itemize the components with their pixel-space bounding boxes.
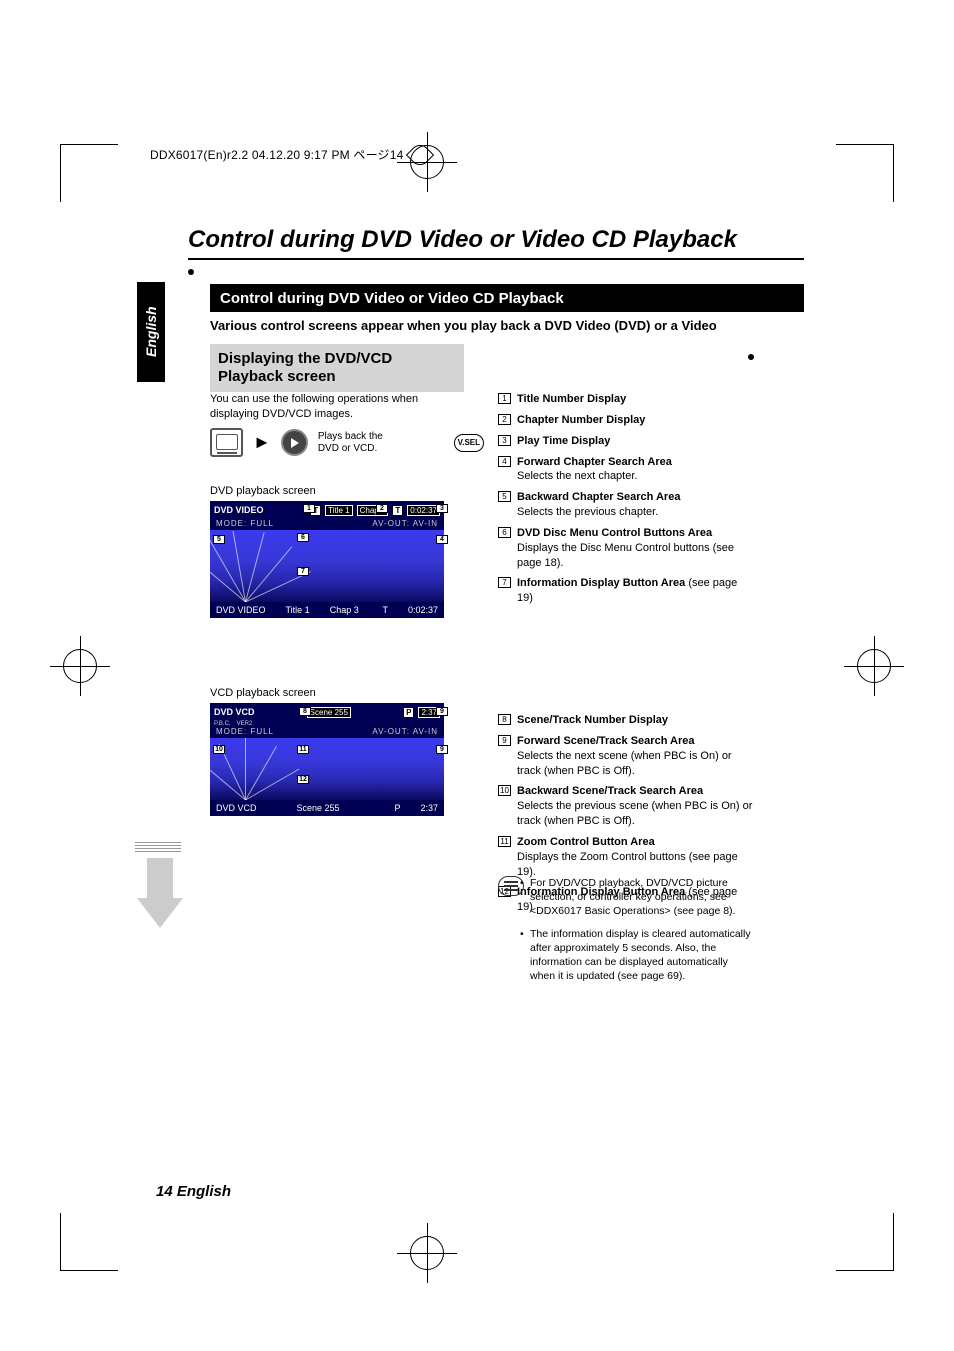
legend-num: 9 — [498, 735, 511, 746]
video-area — [210, 530, 444, 602]
callout-8: 8 — [299, 707, 311, 716]
legend-title: Backward Scene/Track Search Area — [517, 785, 703, 797]
legend-desc: Selects the previous chapter. — [517, 506, 658, 518]
bullet-dot — [748, 354, 754, 360]
intro-text: You can use the following operations whe… — [210, 392, 470, 422]
registration-mark-right — [844, 636, 904, 696]
legend-num: 4 — [498, 456, 511, 467]
vcd-playback-screen: DVD VCD Scene 255 P 2:37 P.B.C. VER2 MOD… — [210, 703, 444, 816]
mode-label: MODE: FULL — [216, 727, 274, 738]
legend-num: 8 — [498, 714, 511, 725]
legend-num: 7 — [498, 577, 511, 588]
subsection-heading: Displaying the DVD/VCD Playback screen — [210, 344, 464, 392]
legend-title: Zoom Control Button Area — [517, 836, 655, 848]
scene-value: Scene 255 — [307, 707, 351, 718]
hatch-lines — [135, 842, 181, 852]
legend-num: 5 — [498, 491, 511, 502]
legend-desc: Selects the next chapter. — [517, 470, 637, 482]
video-area — [210, 738, 444, 800]
notes-block: For DVD/VCD playback, DVD/VCD picture se… — [498, 876, 754, 991]
language-tab: English — [137, 282, 165, 382]
note-item: For DVD/VCD playback, DVD/VCD picture se… — [530, 876, 754, 919]
legend-title: Scene/Track Number Display — [517, 714, 668, 726]
callout-9b: 9 — [436, 745, 448, 754]
callout-5: 5 — [213, 535, 225, 544]
callout-4: 4 — [436, 535, 448, 544]
page-flip-icon — [410, 145, 428, 163]
monitor-icon — [210, 428, 243, 457]
legend-desc: Selects the previous scene (when PBC is … — [517, 800, 752, 827]
source-label: DVD VCD — [216, 803, 257, 813]
registration-mark-left — [50, 636, 110, 696]
note-item: The information display is cleared autom… — [530, 927, 754, 984]
down-arrow-icon — [137, 858, 183, 946]
legend-num: 11 — [498, 836, 511, 847]
legend-title: Backward Chapter Search Area — [517, 491, 680, 503]
time-p-tag: P — [403, 707, 414, 718]
bottom-scene: Scene 255 — [297, 803, 340, 813]
mode-label: MODE: FULL — [216, 519, 274, 530]
bottom-time: 2:37 — [420, 803, 438, 813]
crop-mark-tl — [60, 144, 118, 202]
callout-11: 11 — [297, 745, 309, 754]
title-rule — [188, 258, 804, 260]
legend-title: Title Number Display — [517, 393, 626, 405]
legend-num: 3 — [498, 435, 511, 446]
legend-title: Information Display Button Area — [517, 577, 685, 589]
legend-num: 2 — [498, 414, 511, 425]
arrow-icon: ► — [253, 432, 271, 453]
avout-label: AV-OUT: AV-IN — [372, 519, 438, 530]
legend-title: Play Time Display — [517, 435, 610, 447]
bullet-dot — [188, 269, 194, 275]
time-tag: T — [392, 505, 403, 516]
play-text: Plays back the DVD or VCD. — [318, 431, 388, 455]
section-subtitle: Various control screens appear when you … — [210, 318, 804, 333]
source-label: DVD VIDEO — [216, 605, 266, 615]
bottom-time: 0:02:37 — [408, 605, 438, 615]
vcd-screen-caption: VCD playback screen — [210, 687, 316, 699]
legend-desc: Selects the next scene (when PBC is On) … — [517, 750, 732, 777]
callout-9: 9 — [436, 707, 448, 716]
page-footer: 14 English — [156, 1183, 231, 1200]
callout-2: 2 — [376, 504, 388, 513]
callout-7: 7 — [297, 567, 309, 576]
callout-6: 6 — [297, 533, 309, 542]
dvd-legend: 1 Title Number Display 2 Chapter Number Di… — [498, 392, 754, 612]
legend-title: DVD Disc Menu Control Buttons Area — [517, 527, 712, 539]
callout-12: 12 — [297, 775, 309, 784]
crop-mark-bl — [60, 1213, 118, 1271]
dvd-playback-screen: DVD VIDEO T Title 1 Chap 3 T 0:02:37 MOD… — [210, 501, 444, 618]
bottom-title: Title 1 — [286, 605, 310, 615]
legend-title: Chapter Number Display — [517, 414, 645, 426]
callout-10: 10 — [213, 745, 225, 754]
crop-mark-br — [836, 1213, 894, 1271]
avout-label: AV-OUT: AV-IN — [372, 727, 438, 738]
source-label: DVD VCD — [214, 707, 255, 717]
source-label: DVD VIDEO — [214, 505, 264, 515]
legend-title: Forward Chapter Search Area — [517, 456, 672, 468]
vsel-button-icon: V.SEL — [454, 434, 484, 452]
bottom-chap: Chap 3 — [330, 605, 359, 615]
page-title: Control during DVD Video or Video CD Pla… — [188, 226, 737, 254]
registration-mark-bottom — [397, 1223, 457, 1283]
callout-1: 1 — [303, 504, 315, 513]
dvd-screen-caption: DVD playback screen — [210, 485, 316, 497]
legend-desc: Displays the Disc Menu Control buttons (… — [517, 542, 734, 569]
legend-num: 6 — [498, 527, 511, 538]
file-header: DDX6017(En)r2.2 04.12.20 9:17 PM ページ14 — [150, 145, 428, 163]
bottom-p: P — [394, 803, 400, 813]
play-disc-icon — [281, 429, 308, 456]
legend-num: 10 — [498, 785, 511, 796]
legend-title: Forward Scene/Track Search Area — [517, 735, 695, 747]
section-heading: Control during DVD Video or Video CD Pla… — [210, 284, 804, 312]
bottom-t: T — [382, 605, 388, 615]
legend-desc: Displays the Zoom Control buttons (see p… — [517, 851, 738, 878]
callout-3: 3 — [436, 504, 448, 513]
file-header-text: DDX6017(En)r2.2 04.12.20 9:17 PM ページ14 — [150, 146, 404, 163]
title-value: Title 1 — [325, 505, 353, 516]
playback-icons-row: ► Plays back the DVD or VCD. V.SEL — [210, 428, 484, 457]
crop-mark-tr — [836, 144, 894, 202]
legend-num: 1 — [498, 393, 511, 404]
